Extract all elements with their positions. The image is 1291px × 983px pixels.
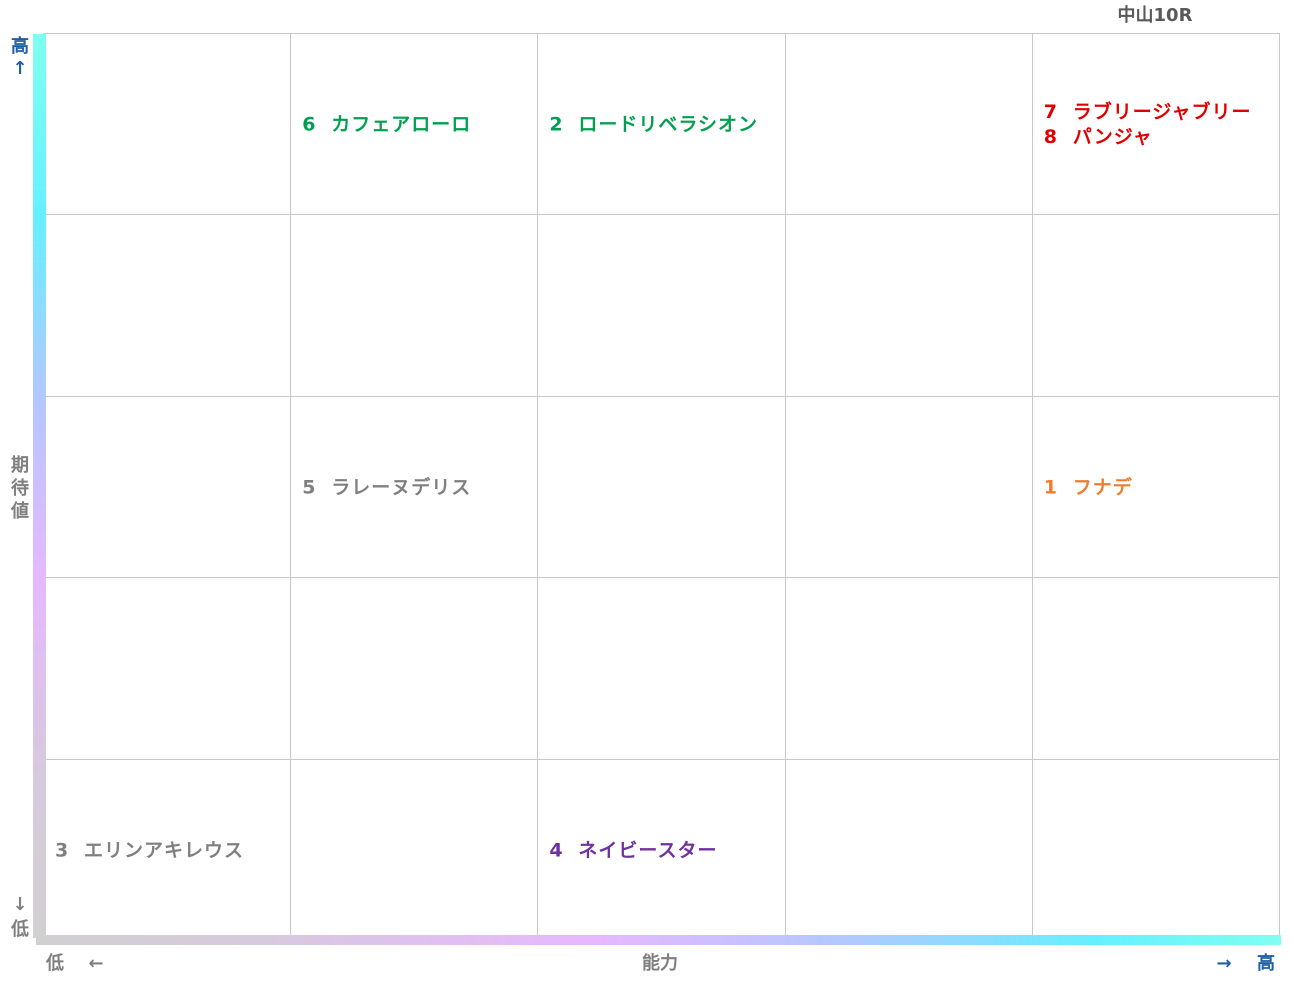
y-high-label: 高 — [11, 35, 29, 57]
horse-name: ラブリージャブリー — [1073, 100, 1252, 123]
horse-number: 1 — [1044, 477, 1058, 499]
chart-title: 中山10R — [1118, 4, 1193, 26]
horse-entry: 6 カフェアローロ — [302, 114, 471, 136]
horse-number: 8 — [1044, 126, 1058, 148]
horse-name: パンジャ — [1073, 126, 1153, 148]
y-axis-label-1: 期 — [11, 455, 29, 476]
horse-number: 3 — [55, 839, 69, 861]
y-axis-label-2: 待 — [11, 477, 29, 499]
horse-entry: 4 ネイビースター — [549, 839, 717, 861]
horse-entry: 5 ラレーヌデリス — [302, 476, 471, 499]
horse-entry: 1 フナデ — [1044, 476, 1133, 499]
horse-number: 5 — [302, 477, 316, 499]
y-high-arrow: ↑ — [12, 58, 27, 79]
x-high-label: 高 — [1257, 952, 1275, 974]
x-axis-label: 能力 — [642, 952, 678, 974]
horse-name: ロードリベラシオン — [578, 114, 758, 136]
y-low-arrow: ↓ — [12, 894, 27, 915]
expectation-ability-matrix: 中山10R 高 ↑ 期 待 値 ↓ 低 低 ← 能力 → 高 6 カフェアローロ 2… — [10, 4, 1281, 974]
horse-number: 7 — [1044, 101, 1058, 123]
x-high-arrow: → — [1216, 953, 1231, 974]
x-low-label: 低 — [45, 952, 64, 974]
y-low-label: 低 — [10, 918, 29, 940]
horse-name: ネイビースター — [578, 839, 717, 861]
horse-name: ラレーヌデリス — [331, 476, 471, 499]
x-axis-bar — [36, 935, 1281, 945]
x-low-arrow: ← — [88, 953, 103, 974]
horse-name: エリンアキレウス — [84, 839, 244, 861]
y-axis-label-3: 値 — [10, 500, 29, 522]
horse-number: 4 — [549, 839, 563, 861]
horse-entry: 3 エリンアキレウス — [55, 839, 244, 861]
horse-entry: 7 ラブリージャブリー — [1044, 100, 1252, 123]
horse-name: フナデ — [1073, 476, 1133, 499]
horse-entry: 8 パンジャ — [1044, 126, 1153, 148]
horse-name: カフェアローロ — [331, 114, 471, 136]
horse-entry: 2 ロードリベラシオン — [549, 114, 758, 136]
horse-number: 6 — [302, 114, 316, 136]
horse-number: 2 — [549, 114, 563, 136]
y-axis-bar — [33, 34, 46, 938]
